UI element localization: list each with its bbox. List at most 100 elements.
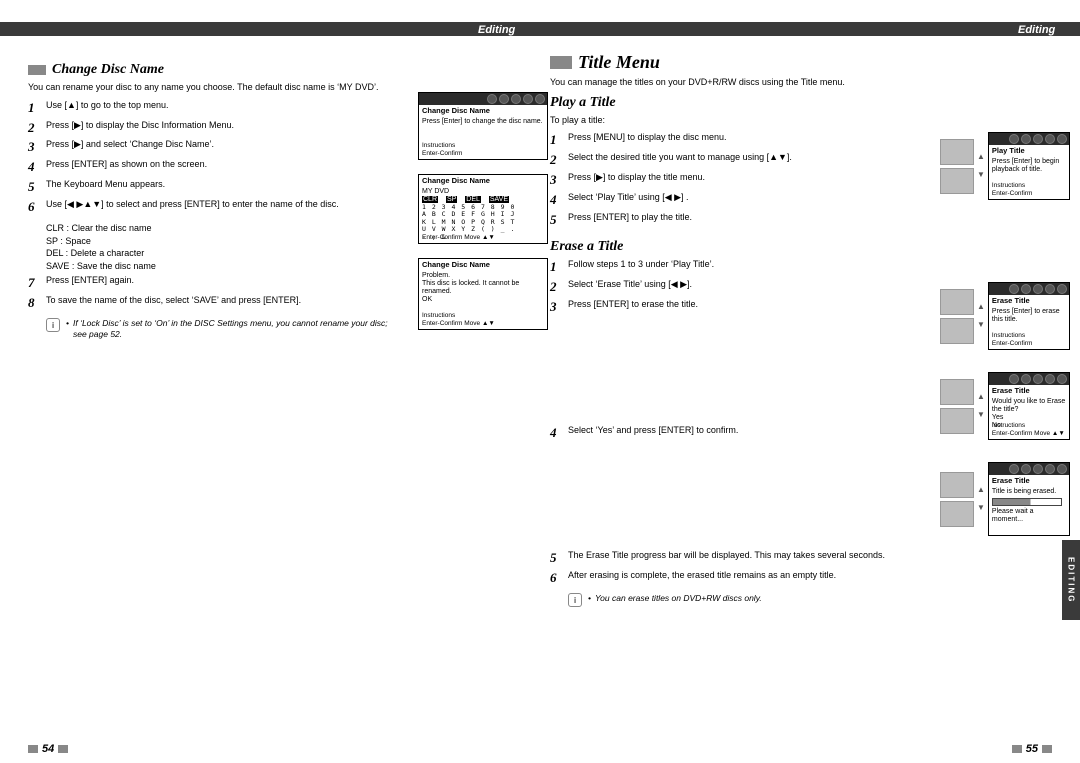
- osd-instr: Enter-Confirm: [992, 340, 1032, 347]
- step-text: Use [▲] to go to the top menu.: [46, 100, 398, 112]
- step-text: The Keyboard Menu appears.: [46, 179, 398, 191]
- osd-title: Change Disc Name: [422, 107, 544, 116]
- osd-title: Play Title: [992, 147, 1066, 156]
- osd-instr: Enter-Confirm Move ▲▼: [992, 430, 1065, 437]
- note-text: If ‘Lock Disc’ is set to ‘On’ in the DIS…: [73, 318, 398, 340]
- page-number-right: 55: [1012, 743, 1052, 755]
- erase-step-56: 5The Erase Title progress bar will be di…: [550, 550, 920, 587]
- osd-instr: Enter-Confirm Move ▲▼: [422, 234, 495, 241]
- nav-arrows: ▲▼: [977, 153, 985, 179]
- erase-title-shot-3: ▲▼ Erase Title Title is being erased. Pl…: [940, 462, 1070, 536]
- osd-instr: Enter-Confirm: [422, 150, 462, 157]
- sub-item: CLR : Clear the disc name: [46, 222, 398, 235]
- osd-change-name-3: Change Disc Name Problem. This disc is l…: [418, 258, 548, 330]
- page-55: Title Menu You can manage the titles on …: [550, 52, 1070, 613]
- osd-instr: Instructions: [422, 142, 462, 149]
- osd-msg: Press [Enter] to change the disc name.: [422, 118, 544, 126]
- info-icon: i: [568, 593, 582, 607]
- left-sublist: CLR : Clear the disc name SP : Space DEL…: [46, 222, 398, 272]
- osd-title: Change Disc Name: [422, 177, 544, 186]
- osd-title: Change Disc Name: [422, 261, 544, 270]
- erase-steps-a: 1Follow steps 1 to 3 under ‘Play Title’.…: [550, 259, 920, 316]
- right-osd-column: ▲▼ Play Title Press [Enter] to begin pla…: [940, 132, 1070, 558]
- sub-item: SP : Space: [46, 235, 398, 248]
- step-text: Press [ENTER] to play the title.: [568, 212, 920, 224]
- step-text: Press [▶] to display the Disc Informatio…: [46, 120, 398, 132]
- left-section-title: Change Disc Name: [28, 62, 398, 78]
- arrow-up-icon: ▲: [977, 153, 985, 161]
- step-text: The Erase Title progress bar will be dis…: [568, 550, 920, 562]
- osd-wait: Please wait a moment...: [992, 508, 1066, 524]
- osd-instr: Instructions: [992, 182, 1032, 189]
- step-text: Select ‘Play Title’ using [◀ ▶] .: [568, 192, 920, 204]
- erase-title-shot-1: ▲▼ Erase Title Press [Enter] to erase th…: [940, 282, 1070, 350]
- step-text: Follow steps 1 to 3 under ‘Play Title’.: [568, 259, 920, 271]
- step-text: Press [MENU] to display the disc menu.: [568, 132, 920, 144]
- play-steps: 1Press [MENU] to display the disc menu. …: [550, 132, 920, 228]
- kbd-key: SP: [446, 196, 457, 203]
- erase-step-4: 4Select ‘Yes’ and press [ENTER] to confi…: [550, 425, 920, 442]
- osd-instr: Instructions: [422, 312, 495, 319]
- step-text: Press [▶] and select ‘Change Disc Name’.: [46, 139, 398, 151]
- erase-note: i • You can erase titles on DVD+RW discs…: [568, 593, 920, 607]
- title-text: Change Disc Name: [52, 62, 164, 78]
- step-text: Select ‘Erase Title’ using [◀ ▶].: [568, 279, 920, 291]
- left-osd-column: Change Disc Name Press [Enter] to change…: [418, 92, 548, 344]
- osd-change-name-1: Change Disc Name Press [Enter] to change…: [418, 92, 548, 160]
- info-icon: i: [46, 318, 60, 332]
- step-text: Press [ENTER] to erase the title.: [568, 299, 920, 311]
- sub-item: SAVE : Save the disc name: [46, 260, 398, 273]
- osd-msg: Press [Enter] to erase this title.: [992, 308, 1066, 324]
- erase-title-shot-2: ▲▼ Erase Title Would you like to Erase t…: [940, 372, 1070, 440]
- osd-title: Erase Title: [992, 477, 1066, 486]
- arrow-down-icon: ▼: [977, 171, 985, 179]
- left-steps: 1Use [▲] to go to the top menu. 2Press […: [28, 100, 398, 216]
- play-title-heading: Play a Title: [550, 95, 920, 111]
- osd-msg: Title is being erased.: [992, 488, 1066, 496]
- step-text: Press [ENTER] again.: [46, 275, 398, 287]
- left-steps-cont: 7Press [ENTER] again. 8To save the name …: [28, 275, 398, 312]
- osd-msg: Press [Enter] to begin playback of title…: [992, 158, 1066, 174]
- step-text: Press [ENTER] as shown on the screen.: [46, 159, 398, 171]
- osd-msg: MY DVD: [422, 188, 544, 196]
- progress-bar: [992, 498, 1062, 506]
- header-bar: Editing Editing: [0, 0, 1080, 26]
- chapter-title: Title Menu: [550, 52, 920, 73]
- page-54: Change Disc Name You can rename your dis…: [28, 52, 548, 346]
- osd-instr: Instructions: [992, 422, 1065, 429]
- page-number-left: 54: [28, 743, 68, 755]
- chapter-intro: You can manage the titles on your DVD+R/…: [550, 77, 920, 89]
- kbd-key: SAVE: [489, 196, 509, 203]
- osd-instr: Enter-Confirm: [992, 190, 1032, 197]
- osd-title: Erase Title: [992, 297, 1066, 306]
- header-stripe: [0, 22, 1080, 36]
- side-tab-editing: EDITING: [1062, 540, 1080, 620]
- header-label-left: Editing: [478, 24, 515, 36]
- osd-change-name-2: Change Disc Name MY DVD CLR SP DEL SAVE …: [418, 174, 548, 244]
- play-intro: To play a title:: [550, 115, 920, 127]
- step-text: Use [◀ ▶▲▼] to select and press [ENTER] …: [46, 199, 398, 211]
- osd-instr: Instructions: [992, 332, 1032, 339]
- title-text: Erase a Title: [550, 239, 623, 255]
- step-text: Select the desired title you want to man…: [568, 152, 920, 164]
- erase-title-heading: Erase a Title: [550, 239, 920, 255]
- title-text: Play a Title: [550, 95, 616, 111]
- play-title-shot: ▲▼ Play Title Press [Enter] to begin pla…: [940, 132, 1070, 200]
- note-text: You can erase titles on DVD+RW discs onl…: [595, 593, 762, 604]
- sub-item: DEL : Delete a character: [46, 247, 398, 260]
- header-label-right: Editing: [1018, 24, 1055, 36]
- kbd-key: DEL: [465, 196, 481, 203]
- step-text: After erasing is complete, the erased ti…: [568, 570, 920, 582]
- step-text: Press [▶] to display the title menu.: [568, 172, 920, 184]
- title-accent: [550, 56, 572, 69]
- title-text: Title Menu: [578, 52, 660, 73]
- left-note: i • If ‘Lock Disc’ is set to ‘On’ in the…: [46, 318, 398, 340]
- osd-instr: Enter-Confirm Move ▲▼: [422, 320, 495, 327]
- step-text: To save the name of the disc, select ‘SA…: [46, 295, 398, 307]
- kbd-key: CLR: [422, 196, 438, 203]
- title-accent: [28, 65, 46, 75]
- osd-msg: Problem. This disc is locked. It cannot …: [422, 272, 544, 304]
- step-text: Select ‘Yes’ and press [ENTER] to confir…: [568, 425, 920, 437]
- left-intro: You can rename your disc to any name you…: [28, 82, 398, 94]
- osd-title: Erase Title: [992, 387, 1066, 396]
